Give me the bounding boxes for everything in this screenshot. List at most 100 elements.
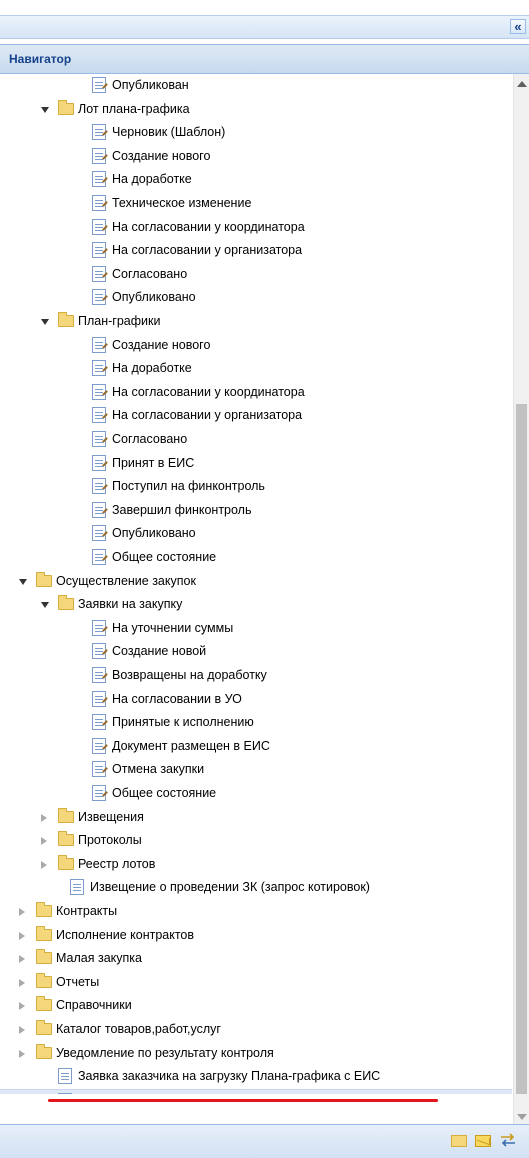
- tree-item-row[interactable]: Создание нового: [0, 145, 512, 168]
- tree-item-row[interactable]: На согласовании у координатора: [0, 216, 512, 239]
- tree-item-label: Контракты: [56, 904, 118, 918]
- tree-item-row[interactable]: Опубликован: [0, 74, 512, 97]
- tree-item-row[interactable]: Документ размещен в ЕИС: [0, 735, 512, 758]
- tree-item-row[interactable]: Поступил на финконтроль: [0, 475, 512, 498]
- mail-icon[interactable]: [475, 1135, 491, 1147]
- document-edit-icon: [92, 383, 106, 400]
- tree-item-label: На согласовании у организатора: [112, 243, 303, 258]
- expand-arrow-icon[interactable]: [41, 813, 47, 822]
- tree-item-label: План-графики: [78, 314, 161, 328]
- tree-folder-row[interactable]: Реестр лотов: [0, 853, 512, 876]
- tree-item-label: Опубликовано: [112, 290, 196, 305]
- tree-item-label: Отмена закупки: [112, 762, 205, 777]
- expand-arrow-icon[interactable]: [19, 1002, 25, 1011]
- tree-item-label: На согласовании в УО: [112, 691, 242, 706]
- tree-item-row[interactable]: Общее состояние: [0, 782, 512, 805]
- tree-item-row[interactable]: Создание новой: [0, 640, 512, 663]
- tree-item-row[interactable]: Заявка заказчика на загрузку Плана-графи…: [0, 1065, 512, 1088]
- tree-item-label: Завершил финконтроль: [112, 502, 252, 517]
- collapse-panel-button[interactable]: «: [510, 19, 526, 34]
- tree-item-row[interactable]: На согласовании у координатора: [0, 381, 512, 404]
- tree-item-row[interactable]: Заявка заказчика на загрузку Плана закуп…: [0, 1088, 512, 1094]
- tree-folder-row[interactable]: Уведомление по результату контроля: [0, 1042, 512, 1065]
- document-edit-icon: [92, 478, 106, 495]
- scroll-up-arrow-icon[interactable]: [517, 81, 527, 87]
- tree-folder-row[interactable]: Протоколы: [0, 829, 512, 852]
- tree-item-row[interactable]: Черновик (Шаблон): [0, 121, 512, 144]
- document-edit-icon: [92, 265, 106, 282]
- expand-arrow-icon[interactable]: [41, 837, 47, 846]
- tree-item-row[interactable]: На доработке: [0, 168, 512, 191]
- tree-folder-row[interactable]: Осуществление закупок: [0, 570, 512, 593]
- document-edit-icon: [92, 667, 106, 683]
- folder-icon: [36, 972, 52, 988]
- tree-item-row[interactable]: На согласовании у организатора: [0, 239, 512, 262]
- tree-item-label: Опубликовано: [112, 526, 196, 541]
- collapse-arrow-icon[interactable]: [19, 578, 27, 585]
- tree-folder-row[interactable]: Контракты: [0, 900, 512, 923]
- tree-item-row[interactable]: Возвращены на доработку: [0, 664, 512, 687]
- document-edit-icon: [92, 761, 106, 778]
- tree-item-label: Опубликован: [112, 78, 189, 92]
- navigator-tree: Опубликован Лот плана-графика Черновик (Ша…: [0, 74, 512, 1094]
- document-icon: [70, 879, 84, 896]
- expand-arrow-icon[interactable]: [19, 908, 25, 916]
- tree-folder-row[interactable]: Отчеты: [0, 971, 512, 994]
- tree-folder-row[interactable]: Заявки на закупку: [0, 593, 512, 616]
- tree-item-label: Черновик (Шаблон): [112, 125, 226, 140]
- expand-arrow-icon[interactable]: [19, 931, 25, 940]
- folder-icon: [36, 996, 52, 1012]
- tree-scrollbar[interactable]: [513, 74, 529, 1124]
- tree-item-row[interactable]: Согласовано: [0, 263, 512, 286]
- scroll-down-arrow-icon[interactable]: [517, 1114, 527, 1120]
- expand-arrow-icon[interactable]: [19, 1026, 25, 1034]
- tree-item-row[interactable]: Принят в ЕИС: [0, 452, 512, 475]
- tree-item-label: На согласовании у организатора: [112, 408, 303, 423]
- tree-folder-row[interactable]: План-графики: [0, 310, 512, 333]
- tree-folder-row[interactable]: Каталог товаров,работ,услуг: [0, 1018, 512, 1041]
- transfer-icon[interactable]: [499, 1133, 517, 1147]
- expand-arrow-icon[interactable]: [19, 1049, 25, 1058]
- folder-icon: [58, 807, 74, 823]
- document-edit-icon: [92, 360, 106, 377]
- tree-item-label: Согласовано: [112, 432, 188, 446]
- tree-item-row[interactable]: Завершил финконтроль: [0, 499, 512, 522]
- scroll-thumb[interactable]: [516, 404, 527, 1094]
- tree-item-row[interactable]: Принятые к исполнению: [0, 711, 512, 734]
- tree-item-label: На уточнении суммы: [112, 620, 234, 635]
- document-edit-icon: [92, 737, 106, 754]
- document-edit-icon: [92, 643, 106, 660]
- expand-arrow-icon[interactable]: [19, 955, 25, 964]
- collapse-arrow-icon[interactable]: [41, 319, 49, 325]
- tree-item-row[interactable]: Техническое изменение: [0, 192, 512, 215]
- expand-arrow-icon[interactable]: [41, 860, 47, 869]
- tree-item-label: Уведомление по результату контроля: [56, 1045, 274, 1060]
- document-edit-icon: [92, 549, 106, 565]
- tree-item-row[interactable]: Опубликовано: [0, 522, 512, 545]
- tree-item-row[interactable]: На согласовании у организатора: [0, 404, 512, 427]
- tree-folder-row[interactable]: Малая закупка: [0, 947, 512, 970]
- tree-item-label: На доработке: [112, 172, 192, 187]
- tree-item-row[interactable]: На согласовании в УО: [0, 688, 512, 711]
- tree-folder-row[interactable]: Справочники: [0, 994, 512, 1017]
- tree-item-row[interactable]: На уточнении суммы: [0, 617, 512, 640]
- collapse-arrow-icon[interactable]: [41, 602, 49, 609]
- document-edit-icon: [92, 218, 106, 235]
- tree-item-row[interactable]: Создание нового: [0, 334, 512, 357]
- tree-item-row[interactable]: Опубликовано: [0, 286, 512, 309]
- tree-folder-row[interactable]: Извещения: [0, 806, 512, 829]
- tree-item-label: Возвращены на доработку: [112, 668, 267, 682]
- folder-icon[interactable]: [451, 1135, 467, 1147]
- tree-item-row[interactable]: Извещение о проведении ЗК (запрос котиро…: [0, 876, 512, 899]
- tree-item-label: Заявки на закупку: [78, 597, 183, 612]
- tree-item-row[interactable]: Отмена закупки: [0, 758, 512, 781]
- tree-item-row[interactable]: Согласовано: [0, 428, 512, 451]
- expand-arrow-icon[interactable]: [19, 978, 25, 987]
- tree-item-label: Отчеты: [56, 974, 100, 989]
- collapse-arrow-icon[interactable]: [41, 106, 49, 113]
- tree-item-row[interactable]: Общее состояние: [0, 546, 512, 569]
- tree-folder-row[interactable]: Исполнение контрактов: [0, 924, 512, 947]
- tree-item-row[interactable]: На доработке: [0, 357, 512, 380]
- tree-item-label: Осуществление закупок: [56, 573, 196, 588]
- tree-folder-row[interactable]: Лот плана-графика: [0, 98, 512, 121]
